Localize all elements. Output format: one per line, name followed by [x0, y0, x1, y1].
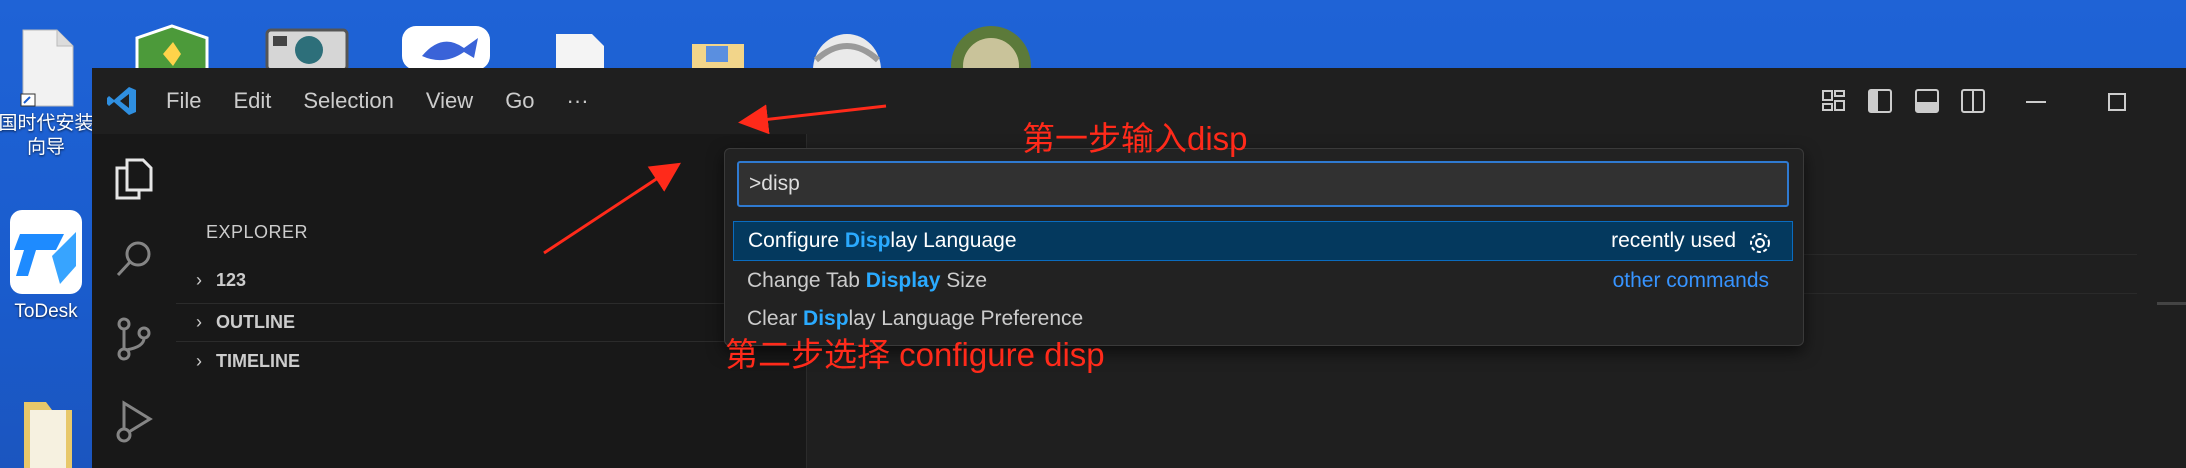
annotation-arrows [543, 104, 887, 255]
arrow-to-configure [543, 162, 682, 255]
annotation-step2: 第二步选择 configure disp [725, 336, 1105, 373]
annotation-step1: 第一步输入disp [1022, 120, 1248, 157]
arrow-to-input [738, 104, 887, 135]
